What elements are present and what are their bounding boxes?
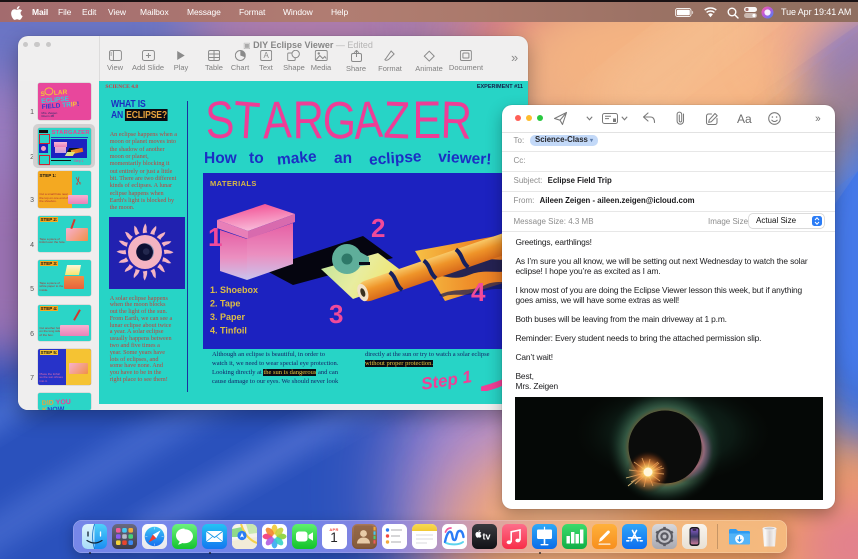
svg-text:3: 3: [329, 299, 343, 329]
svg-text:2. Tape: 2. Tape: [210, 299, 240, 309]
svg-text:A: A: [263, 51, 269, 60]
svg-text:4. Tinfoil: 4. Tinfoil: [210, 326, 247, 336]
svg-text:3. Paper: 3. Paper: [210, 312, 246, 322]
svg-text:1: 1: [208, 222, 222, 252]
svg-text:1. Shoebox: 1. Shoebox: [210, 285, 258, 295]
svg-text:4: 4: [471, 277, 486, 307]
svg-text:2: 2: [371, 213, 385, 243]
svg-text:tv: tv: [482, 532, 490, 542]
